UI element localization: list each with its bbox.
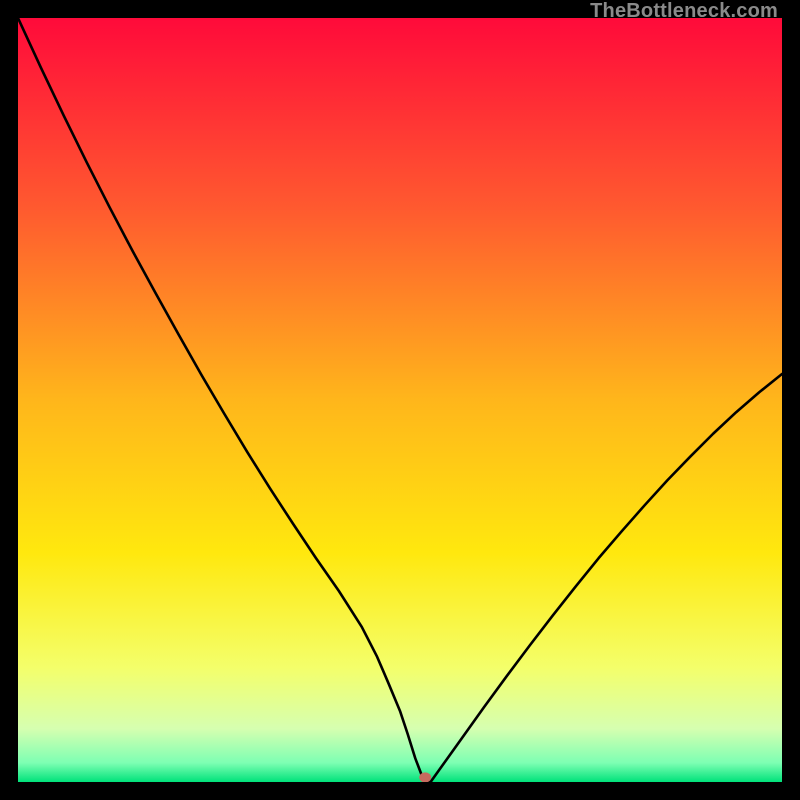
bottleneck-chart: [18, 18, 782, 782]
chart-frame: TheBottleneck.com: [0, 0, 800, 800]
